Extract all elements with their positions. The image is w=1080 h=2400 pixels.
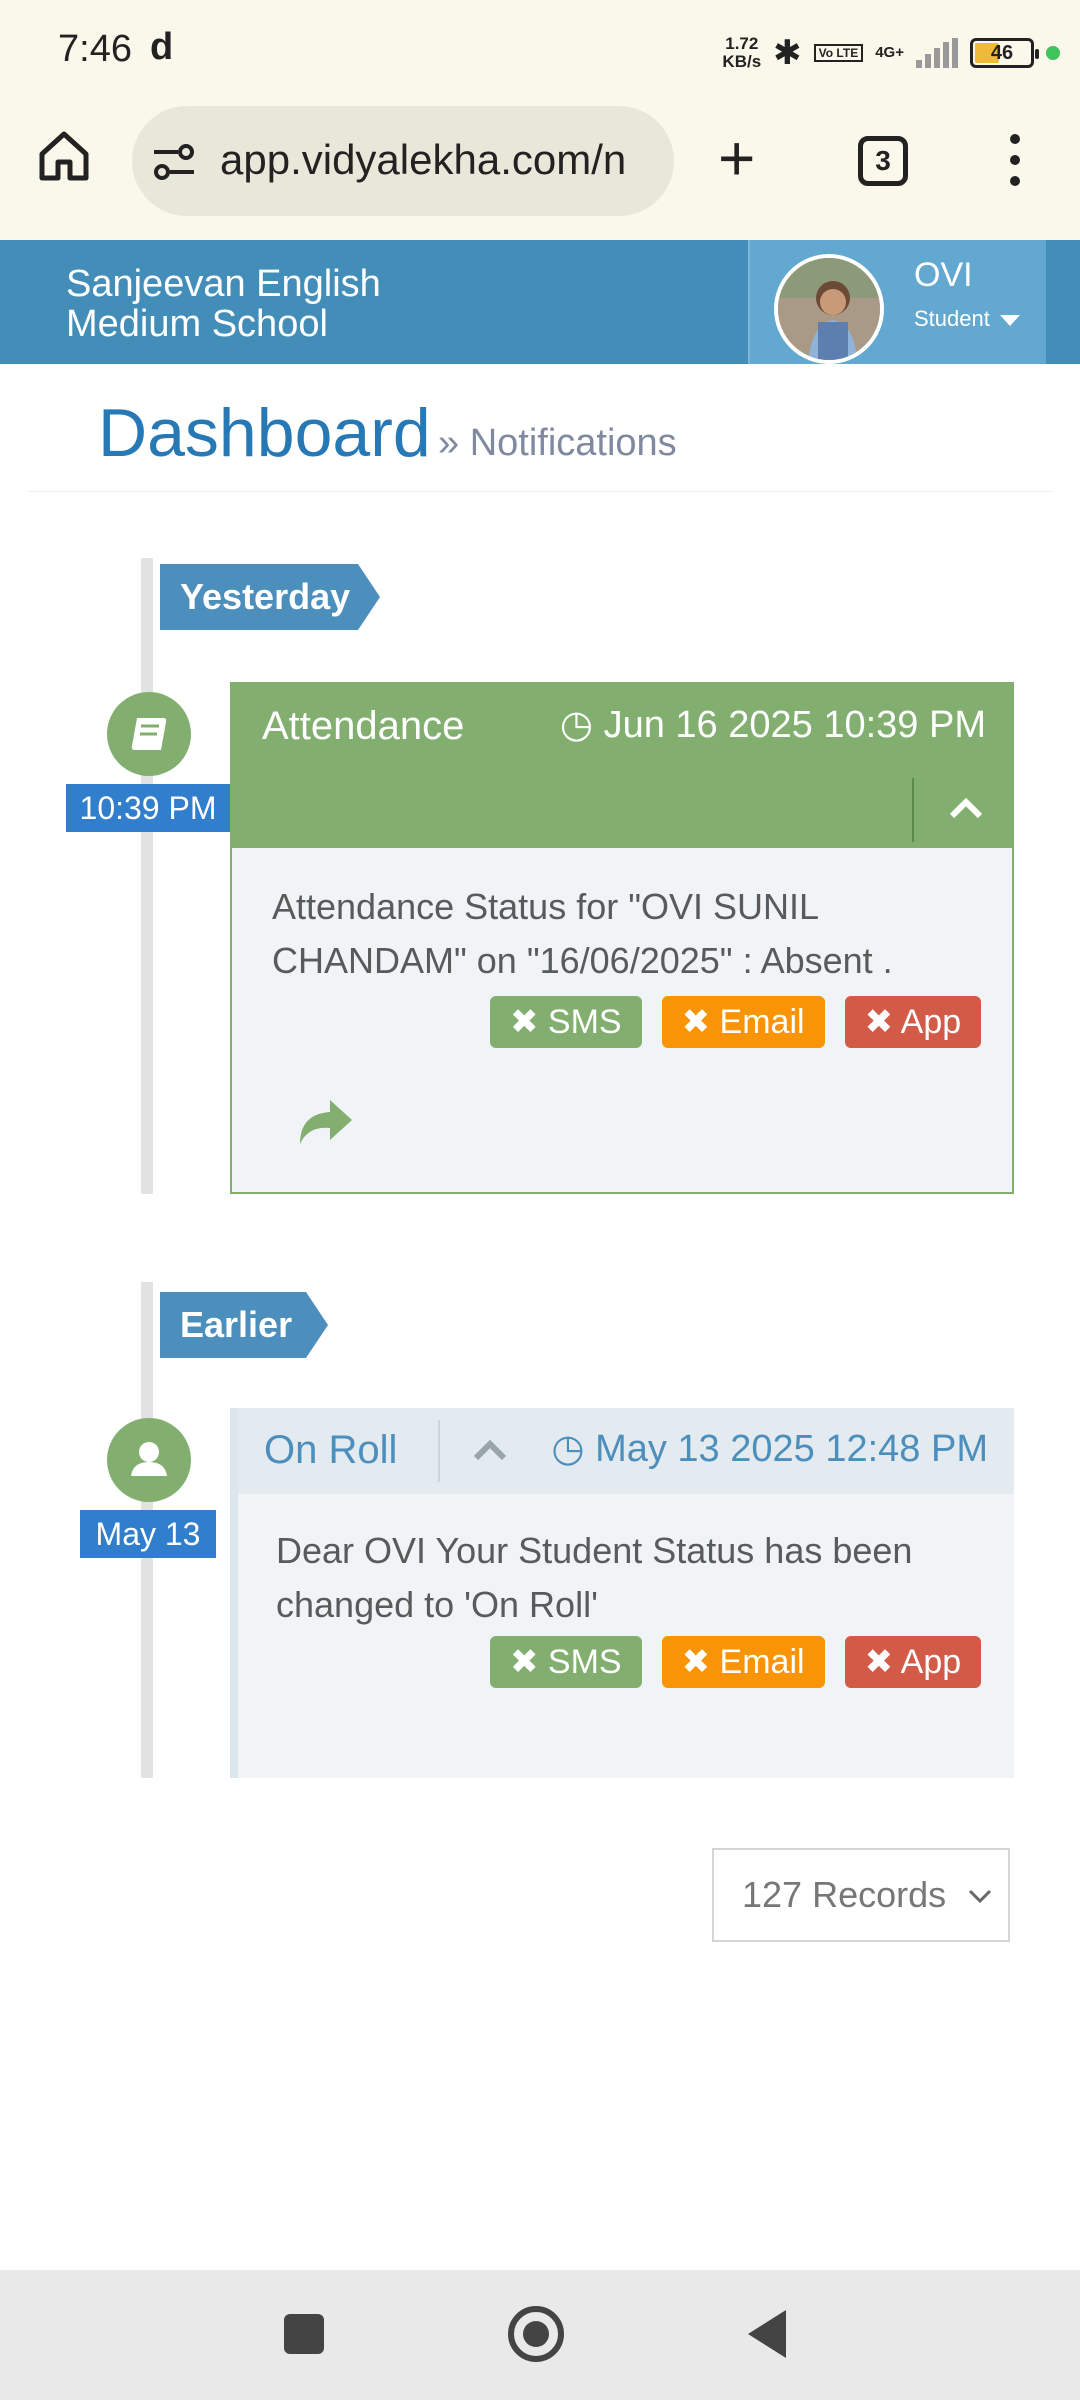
url-text[interactable]: app.vidyalekha.com/n bbox=[220, 136, 626, 184]
site-header: Sanjeevan English Medium School OVI Stud… bbox=[0, 240, 1080, 364]
bluetooth-icon: ✱ bbox=[773, 34, 802, 72]
user-name[interactable]: OVI bbox=[914, 256, 973, 295]
breadcrumb-current: Notifications bbox=[469, 422, 677, 464]
card-title: On Roll bbox=[264, 1428, 398, 1472]
notification-card: On Roll ◷ May 13 2025 12:48 PM Dear OVI … bbox=[230, 1408, 1014, 1778]
card-date: ◷ Jun 16 2025 10:39 PM bbox=[560, 702, 986, 747]
status-bar: 7:46 d 1.72 KB/s ✱ Vo LTE 4G+ 46 bbox=[0, 0, 1080, 100]
clock-icon: ◷ bbox=[559, 704, 594, 746]
system-nav-bar bbox=[0, 2270, 1080, 2400]
card-header: On Roll ◷ May 13 2025 12:48 PM bbox=[238, 1408, 1014, 1494]
divider bbox=[438, 1420, 440, 1482]
more-menu-icon[interactable] bbox=[1000, 134, 1030, 190]
card-message: Attendance Status for "OVI SUNIL CHANDAM… bbox=[272, 886, 893, 981]
network-type: 4G+ bbox=[875, 44, 904, 61]
timeline-time: 10:39 PM bbox=[66, 784, 230, 832]
status-time: 7:46 bbox=[58, 28, 132, 70]
chevron-up-icon[interactable] bbox=[944, 788, 988, 828]
timeline-time: May 13 bbox=[80, 1510, 216, 1558]
records-select[interactable]: 127 Records bbox=[712, 1848, 1010, 1942]
timeline-label-earlier: Earlier bbox=[160, 1292, 328, 1358]
card-title: Attendance bbox=[262, 704, 465, 748]
page-title[interactable]: Dashboard bbox=[98, 394, 431, 472]
sms-badge: ✖ SMS bbox=[490, 996, 642, 1048]
records-select-value: 127 Records bbox=[742, 1874, 947, 1915]
email-badge: ✖ Email bbox=[661, 1636, 825, 1688]
battery-icon: 46 bbox=[970, 38, 1039, 68]
notification-card: Attendance ◷ Jun 16 2025 10:39 PM Attend… bbox=[230, 682, 1014, 1194]
notification-icon: d bbox=[150, 26, 174, 68]
status-icons: 1.72 KB/s ✱ Vo LTE 4G+ 46 bbox=[722, 28, 1060, 78]
home-button[interactable] bbox=[508, 2306, 564, 2362]
share-icon[interactable] bbox=[294, 1094, 354, 1150]
card-header: Attendance ◷ Jun 16 2025 10:39 PM bbox=[232, 684, 1012, 848]
chevron-up-icon[interactable] bbox=[470, 1430, 510, 1470]
privacy-indicator-dot bbox=[1046, 46, 1060, 60]
school-name[interactable]: Sanjeevan English Medium School bbox=[66, 264, 486, 344]
user-role-label: Student bbox=[914, 306, 990, 331]
delivery-badges: ✖ SMS ✖ Email ✖ App bbox=[490, 1636, 982, 1688]
browser-toolbar: app.vidyalekha.com/n + 3 bbox=[0, 100, 1080, 240]
breadcrumb-separator: » bbox=[438, 422, 460, 464]
tabs-icon[interactable]: 3 bbox=[858, 136, 908, 186]
address-bar[interactable]: app.vidyalekha.com/n bbox=[132, 106, 674, 216]
sms-badge: ✖ SMS bbox=[490, 1636, 642, 1688]
user-role[interactable]: Student bbox=[914, 306, 1020, 332]
recents-button[interactable] bbox=[284, 2314, 324, 2354]
page-header: Dashboard » Notifications bbox=[28, 364, 1052, 492]
breadcrumb: » Notifications bbox=[438, 422, 677, 465]
net-speed-value: 1.72 bbox=[725, 34, 759, 53]
battery-level: 46 bbox=[990, 42, 1014, 64]
home-icon[interactable] bbox=[36, 128, 92, 184]
timeline-label-yesterday: Yesterday bbox=[160, 564, 380, 630]
back-button[interactable] bbox=[748, 2310, 786, 2358]
card-date-text: May 13 2025 12:48 PM bbox=[595, 1428, 988, 1470]
email-badge: ✖ Email bbox=[661, 996, 825, 1048]
divider bbox=[912, 778, 914, 842]
net-speed: 1.72 KB/s bbox=[722, 35, 761, 71]
user-menu[interactable]: OVI Student bbox=[748, 240, 1046, 364]
app-badge: ✖ App bbox=[844, 1636, 982, 1688]
site-settings-icon[interactable] bbox=[152, 142, 196, 182]
signal-icon bbox=[916, 38, 958, 68]
timeline-line bbox=[141, 558, 153, 1194]
card-date: ◷ May 13 2025 12:48 PM bbox=[551, 1426, 988, 1471]
card-message: Dear OVI Your Student Status has been ch… bbox=[276, 1530, 913, 1625]
delivery-badges: ✖ SMS ✖ Email ✖ App bbox=[490, 996, 982, 1048]
clock-icon: ◷ bbox=[551, 1428, 585, 1470]
chevron-down-icon bbox=[968, 1889, 992, 1904]
volte-icon: Vo LTE bbox=[813, 44, 864, 62]
avatar[interactable] bbox=[774, 254, 884, 364]
app-badge: ✖ App bbox=[844, 996, 982, 1048]
new-tab-icon[interactable]: + bbox=[718, 126, 755, 190]
book-icon bbox=[107, 692, 191, 776]
user-icon bbox=[107, 1418, 191, 1502]
card-date-text: Jun 16 2025 10:39 PM bbox=[603, 704, 986, 746]
caret-down-icon bbox=[999, 314, 1020, 326]
net-speed-unit: KB/s bbox=[722, 52, 762, 71]
